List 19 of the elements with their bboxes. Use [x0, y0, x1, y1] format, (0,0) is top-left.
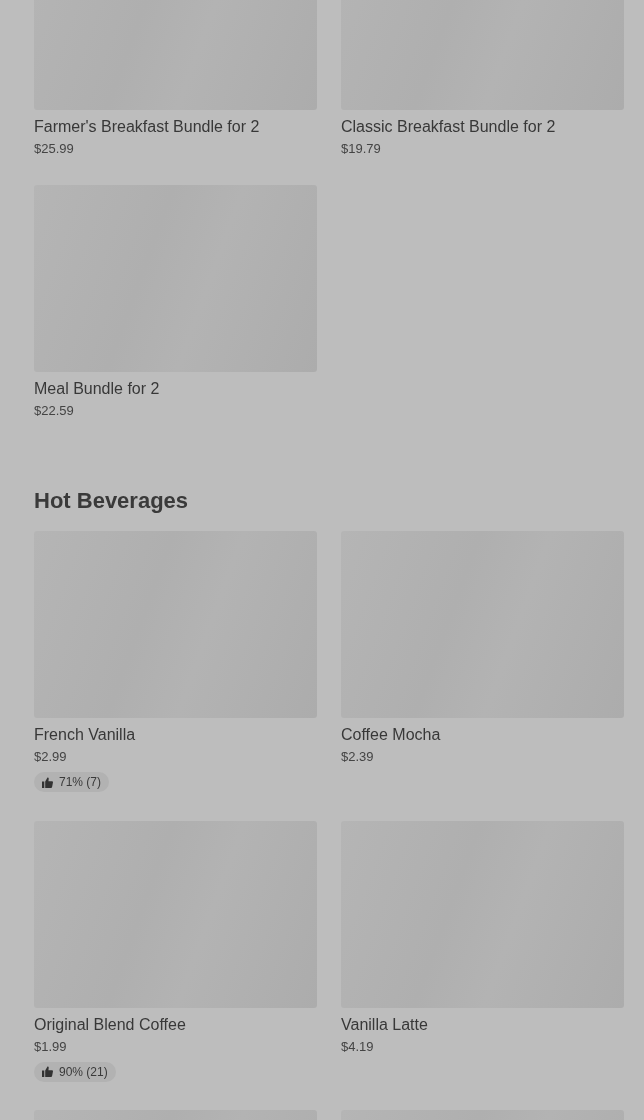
product-name: Farmer's Breakfast Bundle for 2: [34, 117, 261, 137]
product-name: Vanilla Latte: [341, 1014, 429, 1035]
section-heading: Hot Beverages: [34, 487, 190, 515]
product-price: $1.99: [34, 1037, 68, 1056]
product-name: Coffee Mocha: [341, 725, 442, 745]
thumbs-up-icon: [42, 776, 53, 788]
product-name: Original Blend Coffee: [34, 1014, 187, 1035]
product-price: $2.99: [34, 748, 68, 766]
product-name: Classic Breakfast Bundle for 2: [341, 117, 557, 137]
thumbs-up-icon: [42, 1066, 53, 1077]
rating-badge: 71% (7): [34, 772, 110, 792]
product-price: $4.19: [341, 1037, 375, 1056]
product-price: $19.79: [341, 140, 382, 158]
product-price: $2.39: [341, 748, 375, 766]
product-price: $22.59: [34, 402, 75, 420]
product-name: French Vanilla: [34, 725, 137, 745]
rating-badge: 90% (21): [34, 1061, 116, 1082]
product-price: $25.99: [34, 140, 75, 158]
product-name: Meal Bundle for 2: [34, 379, 161, 399]
